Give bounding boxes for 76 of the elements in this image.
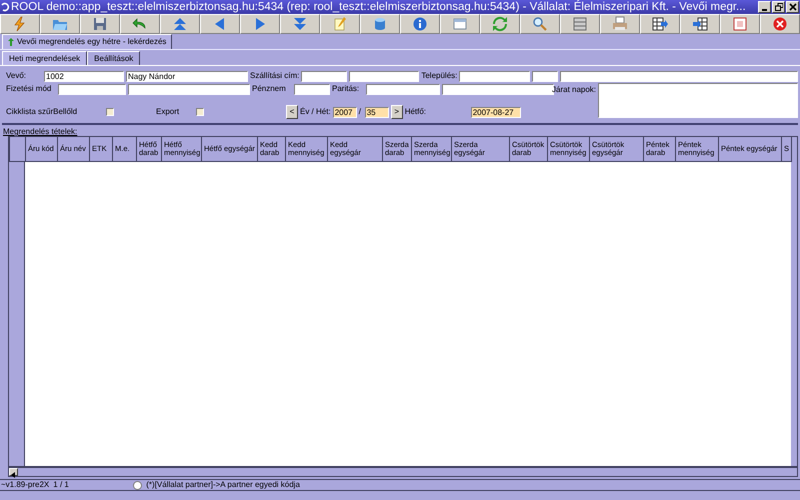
double-up-arrow-icon [172, 16, 188, 32]
input-field[interactable] [58, 84, 126, 94]
toolbar-button[interactable] [520, 14, 560, 34]
input-field[interactable]: 2007-08-27 [470, 106, 521, 118]
field-label: Szállítási cím: [250, 71, 300, 81]
input-field[interactable] [532, 70, 558, 82]
document-tab[interactable]: Vevői megrendelés egy hétre - lekérdezés [2, 34, 172, 49]
version-text: ~v1.89-pre2X [1, 480, 50, 490]
restore-icon [774, 3, 782, 11]
step-button[interactable]: > [390, 105, 403, 119]
toolbar-button[interactable] [720, 14, 760, 34]
checkbox[interactable] [196, 108, 204, 116]
input-field[interactable]: 1002 [44, 70, 124, 82]
toolbar-button[interactable] [160, 14, 200, 34]
radio-button[interactable] [133, 480, 142, 490]
field-label: / [358, 107, 362, 117]
arrow-grid-icon [692, 16, 708, 32]
input-field[interactable]: 2007 [332, 106, 357, 118]
toolbar-button[interactable] [120, 14, 160, 34]
tab[interactable]: Beállítások [87, 51, 140, 65]
up-arrow-icon [8, 38, 14, 46]
input-field[interactable] [294, 84, 330, 94]
minimize-button[interactable] [758, 1, 771, 13]
close-button[interactable] [786, 1, 799, 13]
frame-icon [732, 16, 748, 32]
cylinder-icon [372, 16, 388, 32]
pencil-note-icon [332, 16, 348, 32]
window-icon [452, 16, 468, 32]
printer-icon [612, 16, 628, 32]
search-icon [532, 16, 548, 32]
section-title: Megrendelés tételek: [3, 127, 78, 136]
input-field[interactable] [459, 70, 530, 82]
input-field[interactable]: Nagy Nándor [126, 70, 248, 82]
toolbar-button[interactable] [680, 14, 720, 34]
toolbar-button[interactable] [80, 14, 120, 34]
app-icon [0, 2, 10, 12]
step-button[interactable]: < [286, 105, 298, 119]
tab[interactable]: Heti megrendelések [2, 51, 88, 65]
field-label: Pénznem [252, 84, 287, 94]
input-field[interactable] [128, 84, 250, 94]
field-label: Hétfő: [404, 107, 428, 117]
rows-icon [572, 16, 588, 32]
field-label: Település: [421, 71, 458, 81]
info-icon [412, 16, 428, 32]
toolbar-button[interactable] [200, 14, 240, 34]
input-field[interactable] [560, 70, 798, 82]
field-label: Járat napok: [552, 85, 596, 96]
input-field[interactable] [349, 70, 420, 82]
refresh-icon [492, 16, 508, 32]
status-hint: (*)[Vállalat partner]->A partner egyedi kódja [146, 480, 300, 490]
record-counter: 1 / 1 [53, 480, 70, 490]
field-label: Év / Hét: [300, 107, 331, 117]
double-down-arrow-icon [292, 16, 308, 32]
grid-arrow-icon [652, 16, 668, 32]
input-field[interactable] [301, 70, 348, 82]
window-title: ROOL demo::app_teszt::elelmiszerbiztonsag.hu:5434 (rep: rool_teszt::elelmiszerbiztonsag.hu:5434) - Vállalat: Élelmiszeripari Kft. - Vevői megr... [11, 0, 747, 14]
field-label: Vevő: [6, 71, 28, 81]
toolbar-button[interactable] [640, 14, 680, 34]
input-field[interactable] [366, 84, 440, 94]
toolbar-button[interactable] [560, 14, 600, 34]
field-label: Fizetési mód [6, 84, 52, 94]
text-area[interactable] [598, 83, 798, 118]
toolbar-button[interactable] [240, 14, 280, 34]
toolbar-button[interactable] [280, 14, 320, 34]
scroll-left-button[interactable] [9, 468, 18, 476]
toolbar-button[interactable] [760, 14, 800, 34]
restore-button[interactable] [772, 1, 785, 13]
checkbox[interactable] [106, 108, 114, 116]
close-icon [788, 3, 796, 11]
toolbar-button[interactable] [400, 14, 440, 34]
field-label: Export [156, 107, 180, 117]
field-label: Cikklista szűrBellőld [6, 107, 78, 117]
close-icon [772, 16, 788, 32]
field-label: Paritás: [332, 84, 360, 94]
input-field[interactable] [442, 84, 554, 94]
input-field[interactable]: 35 [364, 106, 389, 118]
